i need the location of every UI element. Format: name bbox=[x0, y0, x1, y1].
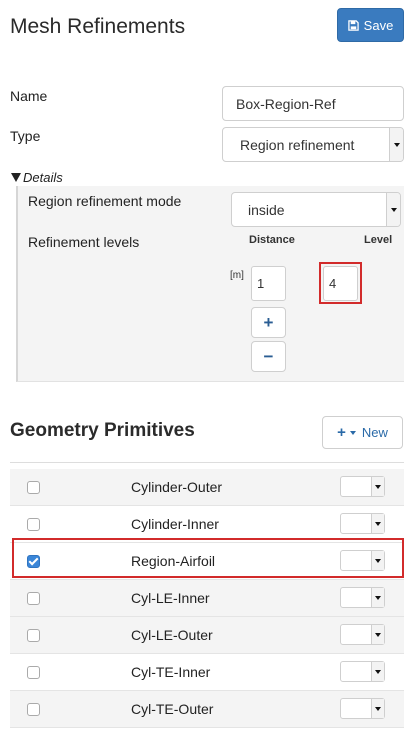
table-row[interactable]: Cyl-LE-Outer bbox=[10, 617, 404, 654]
row-checkbox[interactable] bbox=[27, 703, 40, 716]
distance-value: 1 bbox=[257, 276, 265, 291]
page-title: Mesh Refinements bbox=[10, 15, 186, 38]
row-checkbox[interactable] bbox=[27, 666, 40, 679]
row-checkbox[interactable] bbox=[27, 592, 40, 605]
chevron-down-icon bbox=[389, 128, 403, 161]
add-level-button[interactable]: + bbox=[251, 307, 286, 338]
chevron-down-icon bbox=[371, 662, 384, 681]
chevron-down-icon bbox=[371, 699, 384, 718]
unit-label: [m] bbox=[230, 270, 244, 281]
mode-value: inside bbox=[248, 201, 285, 218]
name-label: Name bbox=[10, 88, 48, 104]
table-row[interactable]: Cyl-LE-Inner bbox=[10, 580, 404, 617]
geometry-table: Cylinder-Outer Cylinder-Inner Region-Air… bbox=[10, 462, 404, 728]
row-name: Cyl-TE-Outer bbox=[131, 701, 214, 717]
row-name: Cyl-TE-Inner bbox=[131, 664, 211, 680]
details-toggle[interactable]: Details bbox=[11, 170, 63, 185]
new-geometry-button[interactable]: + New bbox=[322, 416, 403, 449]
geometry-title: Geometry Primitives bbox=[10, 420, 195, 441]
distance-header: Distance bbox=[249, 234, 295, 246]
row-checkbox[interactable] bbox=[27, 629, 40, 642]
name-input[interactable]: Box-Region-Ref bbox=[222, 86, 404, 121]
minus-icon: − bbox=[263, 346, 274, 366]
row-select[interactable] bbox=[340, 476, 385, 497]
row-checkbox[interactable] bbox=[27, 481, 40, 494]
save-button[interactable]: Save bbox=[337, 8, 404, 42]
level-input[interactable]: 4 bbox=[323, 266, 358, 301]
mode-label: Region refinement mode bbox=[28, 193, 182, 209]
plus-icon: + bbox=[263, 312, 274, 332]
name-value: Box-Region-Ref bbox=[236, 95, 336, 112]
row-select[interactable] bbox=[340, 661, 385, 682]
type-value: Region refinement bbox=[240, 136, 355, 153]
table-row[interactable]: Cyl-TE-Inner bbox=[10, 654, 404, 691]
caret-down-icon bbox=[349, 430, 356, 435]
chevron-down-icon bbox=[371, 588, 384, 607]
levels-label: Refinement levels bbox=[28, 234, 140, 250]
chevron-down-icon bbox=[386, 193, 400, 226]
row-select[interactable] bbox=[340, 513, 385, 534]
table-row[interactable]: Cyl-TE-Outer bbox=[10, 691, 404, 728]
mode-select[interactable]: inside bbox=[231, 192, 401, 227]
plus-icon: + bbox=[337, 424, 346, 441]
new-label: New bbox=[361, 425, 388, 440]
level-header: Level bbox=[364, 234, 393, 246]
floppy-disk-icon bbox=[347, 19, 359, 31]
row-select[interactable] bbox=[340, 624, 385, 645]
row-name: Cyl-LE-Outer bbox=[131, 627, 213, 643]
row-select[interactable] bbox=[340, 698, 385, 719]
save-label: Save bbox=[363, 17, 394, 33]
level-value: 4 bbox=[329, 276, 337, 291]
row-name: Cylinder-Inner bbox=[131, 516, 219, 532]
chevron-down-icon bbox=[371, 625, 384, 644]
row-highlight bbox=[12, 538, 404, 578]
type-select[interactable]: Region refinement bbox=[222, 127, 404, 162]
type-label: Type bbox=[10, 128, 41, 144]
row-name: Cyl-LE-Inner bbox=[131, 590, 210, 606]
table-row[interactable]: Cylinder-Outer bbox=[10, 469, 404, 506]
row-name: Cylinder-Outer bbox=[131, 479, 223, 495]
row-select[interactable] bbox=[340, 587, 385, 608]
chevron-down-icon bbox=[371, 477, 384, 496]
triangle-down-icon bbox=[11, 173, 21, 182]
row-checkbox[interactable] bbox=[27, 518, 40, 531]
details-label: Details bbox=[23, 170, 63, 185]
chevron-down-icon bbox=[371, 514, 384, 533]
remove-level-button[interactable]: − bbox=[251, 341, 286, 372]
distance-input[interactable]: 1 bbox=[251, 266, 286, 301]
